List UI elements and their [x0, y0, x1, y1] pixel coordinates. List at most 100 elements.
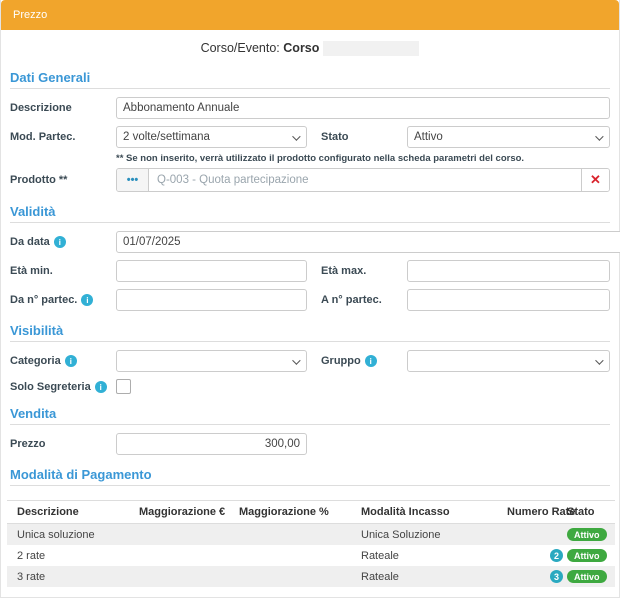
mod-partec-value: 2 volte/settimana — [123, 131, 210, 143]
da-data-label-text: Da data — [10, 236, 50, 248]
prodotto-label: Prodotto ** — [10, 174, 116, 186]
prodotto-input-group: ••• Q-003 - Quota partecipazione ✕ — [116, 168, 610, 192]
row-partec: Da n° partec. i A n° partec. — [10, 289, 610, 311]
bottom-spacer — [1, 587, 619, 597]
row-descrizione: Descrizione — [10, 97, 610, 119]
cell-stato: Attivo — [565, 545, 615, 566]
row-date: Da data i A data — [10, 231, 610, 253]
solo-segreteria-checkbox[interactable] — [116, 379, 131, 394]
status-badge: Attivo — [567, 528, 607, 541]
solo-segreteria-label-text: Solo Segreteria — [10, 381, 91, 393]
eta-max-input[interactable] — [407, 260, 610, 282]
gruppo-label: Gruppo i — [307, 355, 407, 367]
row-prezzo: Prezzo — [10, 433, 610, 455]
categoria-label: Categoria i — [10, 355, 116, 367]
da-data-input[interactable] — [116, 231, 620, 253]
row-eta: Età min. Età max. — [10, 260, 610, 282]
cell-maggiorazione-pct — [237, 524, 353, 546]
cell-maggiorazione-pct — [237, 566, 353, 587]
col-header-numero-rate: Numero Rate — [505, 501, 565, 524]
rate-count-badge: 2 — [550, 549, 563, 562]
solo-segreteria-label: Solo Segreteria i — [10, 381, 116, 393]
row-mod-partec-stato: Mod. Partec. 2 volte/settimana Stato Att… — [10, 126, 610, 148]
stato-value: Attivo — [414, 131, 443, 143]
col-header-descrizione: Descrizione — [7, 501, 137, 524]
course-event-value: Corso — [283, 41, 319, 55]
cell-descrizione: 3 rate — [7, 566, 137, 587]
panel-title: Prezzo — [13, 9, 47, 21]
col-header-maggiorazione-pct: Maggiorazione % — [237, 501, 353, 524]
prodotto-value[interactable]: Q-003 - Quota partecipazione — [149, 169, 581, 191]
da-partec-label-text: Da n° partec. — [10, 294, 77, 306]
cell-maggiorazione-eur — [137, 566, 237, 587]
table-row[interactable]: 3 rate Rateale 3 Attivo — [7, 566, 615, 587]
chevron-down-icon — [292, 357, 300, 365]
mod-partec-label: Mod. Partec. — [10, 131, 116, 143]
cell-modalita-incasso: Unica Soluzione — [353, 524, 505, 546]
section-heading-visibilita: Visibilità — [10, 323, 610, 342]
table-header-row: Descrizione Maggiorazione € Maggiorazion… — [7, 501, 615, 524]
cell-descrizione: Unica soluzione — [7, 524, 137, 546]
categoria-select[interactable] — [116, 350, 307, 372]
mod-partec-select[interactable]: 2 volte/settimana — [116, 126, 307, 148]
col-header-modalita-incasso: Modalità Incasso — [353, 501, 505, 524]
chevron-down-icon — [595, 357, 603, 365]
cell-maggiorazione-eur — [137, 524, 237, 546]
rate-count-badge: 3 — [550, 570, 563, 583]
gruppo-select[interactable] — [407, 350, 610, 372]
info-icon[interactable]: i — [365, 355, 377, 367]
prodotto-note: ** Se non inserito, verrà utilizzato il … — [116, 153, 610, 164]
row-solo-segreteria: Solo Segreteria i — [10, 379, 610, 394]
cell-maggiorazione-pct — [237, 545, 353, 566]
section-heading-validita: Validità — [10, 204, 610, 223]
status-badge: Attivo — [567, 549, 607, 562]
info-icon[interactable]: i — [54, 236, 66, 248]
row-categoria-gruppo: Categoria i Gruppo i — [10, 350, 610, 372]
cell-numero-rate: 3 — [505, 566, 565, 587]
redacted-text — [323, 41, 419, 56]
cell-stato: Attivo — [565, 566, 615, 587]
row-prodotto: Prodotto ** ••• Q-003 - Quota partecipaz… — [10, 168, 610, 192]
section-heading-pagamento: Modalità di Pagamento — [10, 467, 610, 486]
info-icon[interactable]: i — [81, 294, 93, 306]
eta-max-label: Età max. — [307, 265, 407, 277]
prodotto-clear-button[interactable]: ✕ — [581, 169, 609, 191]
prezzo-input[interactable] — [116, 433, 307, 455]
cell-modalita-incasso: Rateale — [353, 566, 505, 587]
col-header-maggiorazione-eur: Maggiorazione € — [137, 501, 237, 524]
da-partec-label: Da n° partec. i — [10, 294, 116, 306]
payment-methods-table: Descrizione Maggiorazione € Maggiorazion… — [7, 500, 615, 587]
gruppo-label-text: Gruppo — [321, 355, 361, 367]
col-header-stato: Stato — [565, 501, 615, 524]
descrizione-input[interactable] — [116, 97, 610, 119]
prodotto-browse-button[interactable]: ••• — [117, 169, 149, 191]
prezzo-label: Prezzo — [10, 438, 116, 450]
a-partec-input[interactable] — [407, 289, 610, 311]
categoria-label-text: Categoria — [10, 355, 61, 367]
table-row[interactable]: Unica soluzione Unica Soluzione Attivo — [7, 524, 615, 546]
stato-label: Stato — [307, 131, 407, 143]
course-event-prefix: Corso/Evento: — [201, 41, 280, 55]
da-partec-input[interactable] — [116, 289, 307, 311]
chevron-down-icon — [292, 133, 300, 141]
cell-stato: Attivo — [565, 524, 615, 546]
eta-min-input[interactable] — [116, 260, 307, 282]
cell-maggiorazione-eur — [137, 545, 237, 566]
a-partec-label: A n° partec. — [307, 294, 407, 306]
cell-descrizione: 2 rate — [7, 545, 137, 566]
prezzo-panel: Prezzo Corso/Evento: Corso Dati Generali… — [0, 0, 620, 598]
info-icon[interactable]: i — [65, 355, 77, 367]
descrizione-label: Descrizione — [10, 102, 116, 114]
stato-select[interactable]: Attivo — [407, 126, 610, 148]
table-row[interactable]: 2 rate Rateale 2 Attivo — [7, 545, 615, 566]
section-heading-vendita: Vendita — [10, 406, 610, 425]
panel-header: Prezzo — [1, 0, 619, 30]
section-heading-dati-generali: Dati Generali — [10, 70, 610, 89]
cell-numero-rate: 2 — [505, 545, 565, 566]
eta-min-label: Età min. — [10, 265, 116, 277]
status-badge: Attivo — [567, 570, 607, 583]
cell-modalita-incasso: Rateale — [353, 545, 505, 566]
page-title: Corso/Evento: Corso — [1, 30, 619, 58]
info-icon[interactable]: i — [95, 381, 107, 393]
da-data-label: Da data i — [10, 236, 116, 248]
